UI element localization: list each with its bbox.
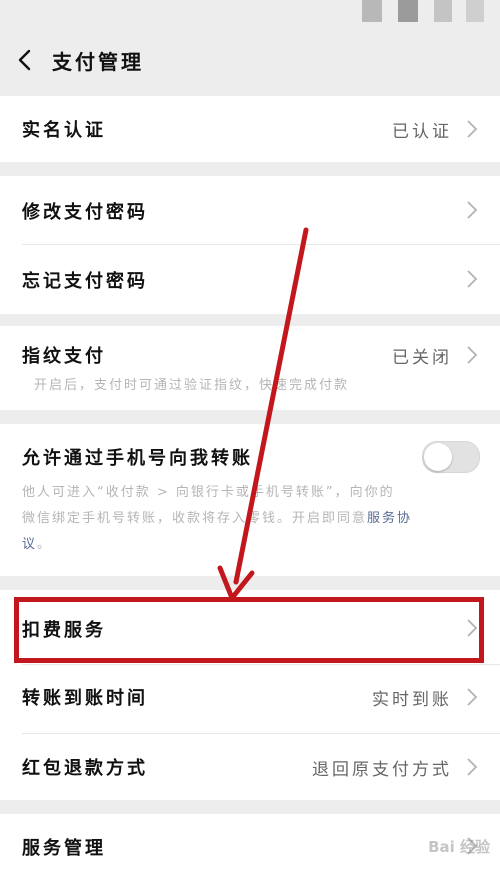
service-agreement-link[interactable]: 议 (22, 537, 37, 552)
annotation-highlight-box (14, 597, 484, 663)
status-icon-blurred (362, 0, 382, 22)
row-label: 修改支付密码 (22, 202, 148, 223)
row-label: 实名认证 (22, 120, 106, 141)
phone-transfer-description: 他人可进入“收付款 > 向银行卡或手机号转账”，向你的 微信绑定手机号转账，收款… (22, 480, 492, 558)
phone-transfer-toggle[interactable] (422, 441, 480, 473)
nav-bar: 支付管理 (0, 26, 500, 94)
description-line: 他人可进入“收付款 > 向银行卡或手机号转账”，向你的 (22, 485, 395, 500)
row-forgot-password[interactable]: 忘记支付密码 (0, 245, 500, 314)
row-redpacket-refund[interactable]: 红包退款方式 退回原支付方式 (0, 734, 500, 800)
phone-transfer-label: 允许通过手机号向我转账 (22, 448, 253, 469)
back-arrow-icon[interactable] (14, 48, 38, 72)
row-label: 转账到账时间 (22, 688, 148, 709)
row-value: 已关闭 (392, 348, 452, 368)
status-icon-blurred (434, 0, 452, 22)
chevron-right-icon (467, 758, 478, 776)
description-text: 微信绑定手机号转账，收款将存入零钱。开启即同意 (22, 511, 368, 526)
service-agreement-link[interactable]: 服务协 (367, 511, 412, 526)
row-label: 忘记支付密码 (22, 271, 148, 292)
page-title: 支付管理 (52, 50, 144, 74)
chevron-right-icon (467, 120, 478, 138)
toggle-knob (424, 443, 452, 471)
fingerprint-description: 开启后，支付时可通过验证指纹，快速完成付款 (34, 378, 350, 393)
status-icon-blurred (398, 0, 418, 22)
group-realname: 实名认证 已认证 (0, 96, 500, 162)
group-fingerprint: 指纹支付 已关闭 开启后，支付时可通过验证指纹，快速完成付款 (0, 326, 500, 410)
status-icon-blurred (466, 0, 484, 22)
row-value: 实时到账 (372, 690, 452, 710)
row-fingerprint[interactable]: 指纹支付 已关闭 开启后，支付时可通过验证指纹，快速完成付款 (0, 326, 500, 410)
row-service-management[interactable]: 服务管理 (0, 814, 500, 878)
description-line: 议。 (22, 532, 492, 558)
status-bar (0, 0, 500, 26)
description-text: 。 (37, 537, 53, 552)
group-password: 修改支付密码 忘记支付密码 (0, 176, 500, 314)
description-line: 微信绑定手机号转账，收款将存入零钱。开启即同意服务协 (22, 506, 492, 532)
chevron-right-icon (467, 201, 478, 219)
row-label: 指纹支付 (22, 346, 106, 367)
group-service-management: 服务管理 (0, 814, 500, 889)
row-realname[interactable]: 实名认证 已认证 (0, 96, 500, 162)
chevron-right-icon (467, 270, 478, 288)
group-phone-transfer: 允许通过手机号向我转账 他人可进入“收付款 > 向银行卡或手机号转账”，向你的 … (0, 424, 500, 576)
row-label: 红包退款方式 (22, 758, 148, 779)
chevron-right-icon (467, 346, 478, 364)
row-arrival-time[interactable]: 转账到账时间 实时到账 (0, 665, 500, 733)
row-label: 服务管理 (22, 838, 106, 859)
watermark: Bai 经验 (428, 838, 490, 856)
row-change-password[interactable]: 修改支付密码 (0, 176, 500, 244)
row-value: 退回原支付方式 (312, 760, 452, 780)
row-value: 已认证 (392, 122, 452, 142)
chevron-right-icon (467, 688, 478, 706)
